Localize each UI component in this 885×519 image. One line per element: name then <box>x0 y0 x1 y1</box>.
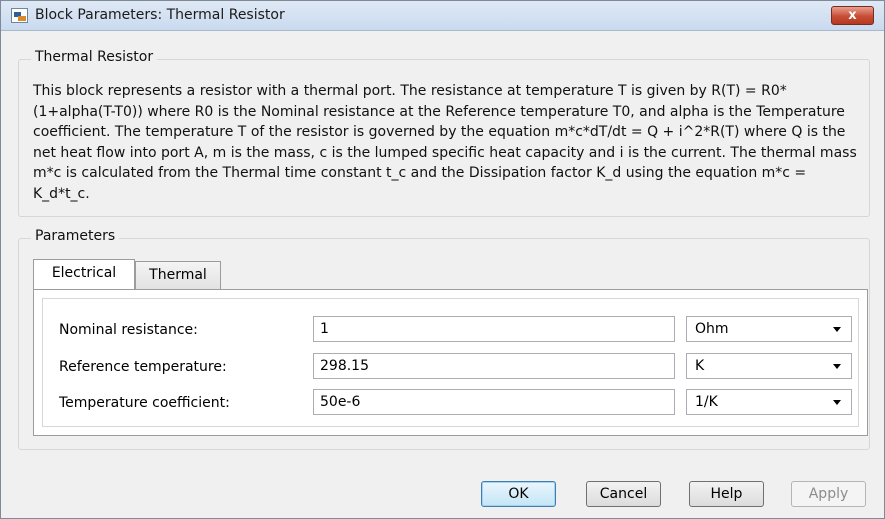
tab-thermal[interactable]: Thermal <box>135 261 221 289</box>
close-icon: x <box>848 8 857 23</box>
nominal-resistance-label: Nominal resistance: <box>59 322 198 338</box>
simulink-app-icon <box>11 8 28 23</box>
temperature-coefficient-input[interactable]: 50e-6 <box>313 389 675 415</box>
dialog-window: Block Parameters: Thermal Resistor x The… <box>0 0 885 519</box>
chevron-down-icon <box>833 327 841 332</box>
chevron-down-icon <box>833 400 841 405</box>
close-button[interactable]: x <box>831 6 874 25</box>
chevron-down-icon <box>833 364 841 369</box>
temperature-coefficient-unit: 1/K <box>695 394 718 410</box>
reference-temperature-value: 298.15 <box>320 358 369 374</box>
temperature-coefficient-unit-select[interactable]: 1/K <box>686 389 852 415</box>
nominal-resistance-unit-select[interactable]: Ohm <box>686 316 852 342</box>
parameter-table: Nominal resistance: 1 Ohm Reference temp… <box>42 298 859 427</box>
title-bar[interactable]: Block Parameters: Thermal Resistor x <box>1 1 884 31</box>
parameters-group-title: Parameters <box>31 228 120 244</box>
ok-button[interactable]: OK <box>481 481 556 507</box>
nominal-resistance-input[interactable]: 1 <box>313 316 675 342</box>
nominal-resistance-unit: Ohm <box>695 321 729 337</box>
block-group-title: Thermal Resistor <box>31 49 158 65</box>
cancel-button[interactable]: Cancel <box>586 481 661 507</box>
help-button[interactable]: Help <box>689 481 764 507</box>
reference-temperature-unit-select[interactable]: K <box>686 353 852 379</box>
temperature-coefficient-value: 50e-6 <box>320 394 361 410</box>
block-description: This block represents a resistor with a … <box>33 83 857 202</box>
temperature-coefficient-label: Temperature coefficient: <box>59 395 230 411</box>
tab-electrical[interactable]: Electrical <box>33 259 135 289</box>
apply-button[interactable]: Apply <box>791 481 866 507</box>
nominal-resistance-value: 1 <box>320 321 329 337</box>
reference-temperature-input[interactable]: 298.15 <box>313 353 675 379</box>
window-title: Block Parameters: Thermal Resistor <box>35 7 285 23</box>
reference-temperature-label: Reference temperature: <box>59 359 227 375</box>
tab-electrical-label: Electrical <box>51 265 117 281</box>
electrical-tab-panel: Nominal resistance: 1 Ohm Reference temp… <box>33 289 868 436</box>
tab-thermal-label: Thermal <box>149 267 207 283</box>
reference-temperature-unit: K <box>695 358 705 374</box>
